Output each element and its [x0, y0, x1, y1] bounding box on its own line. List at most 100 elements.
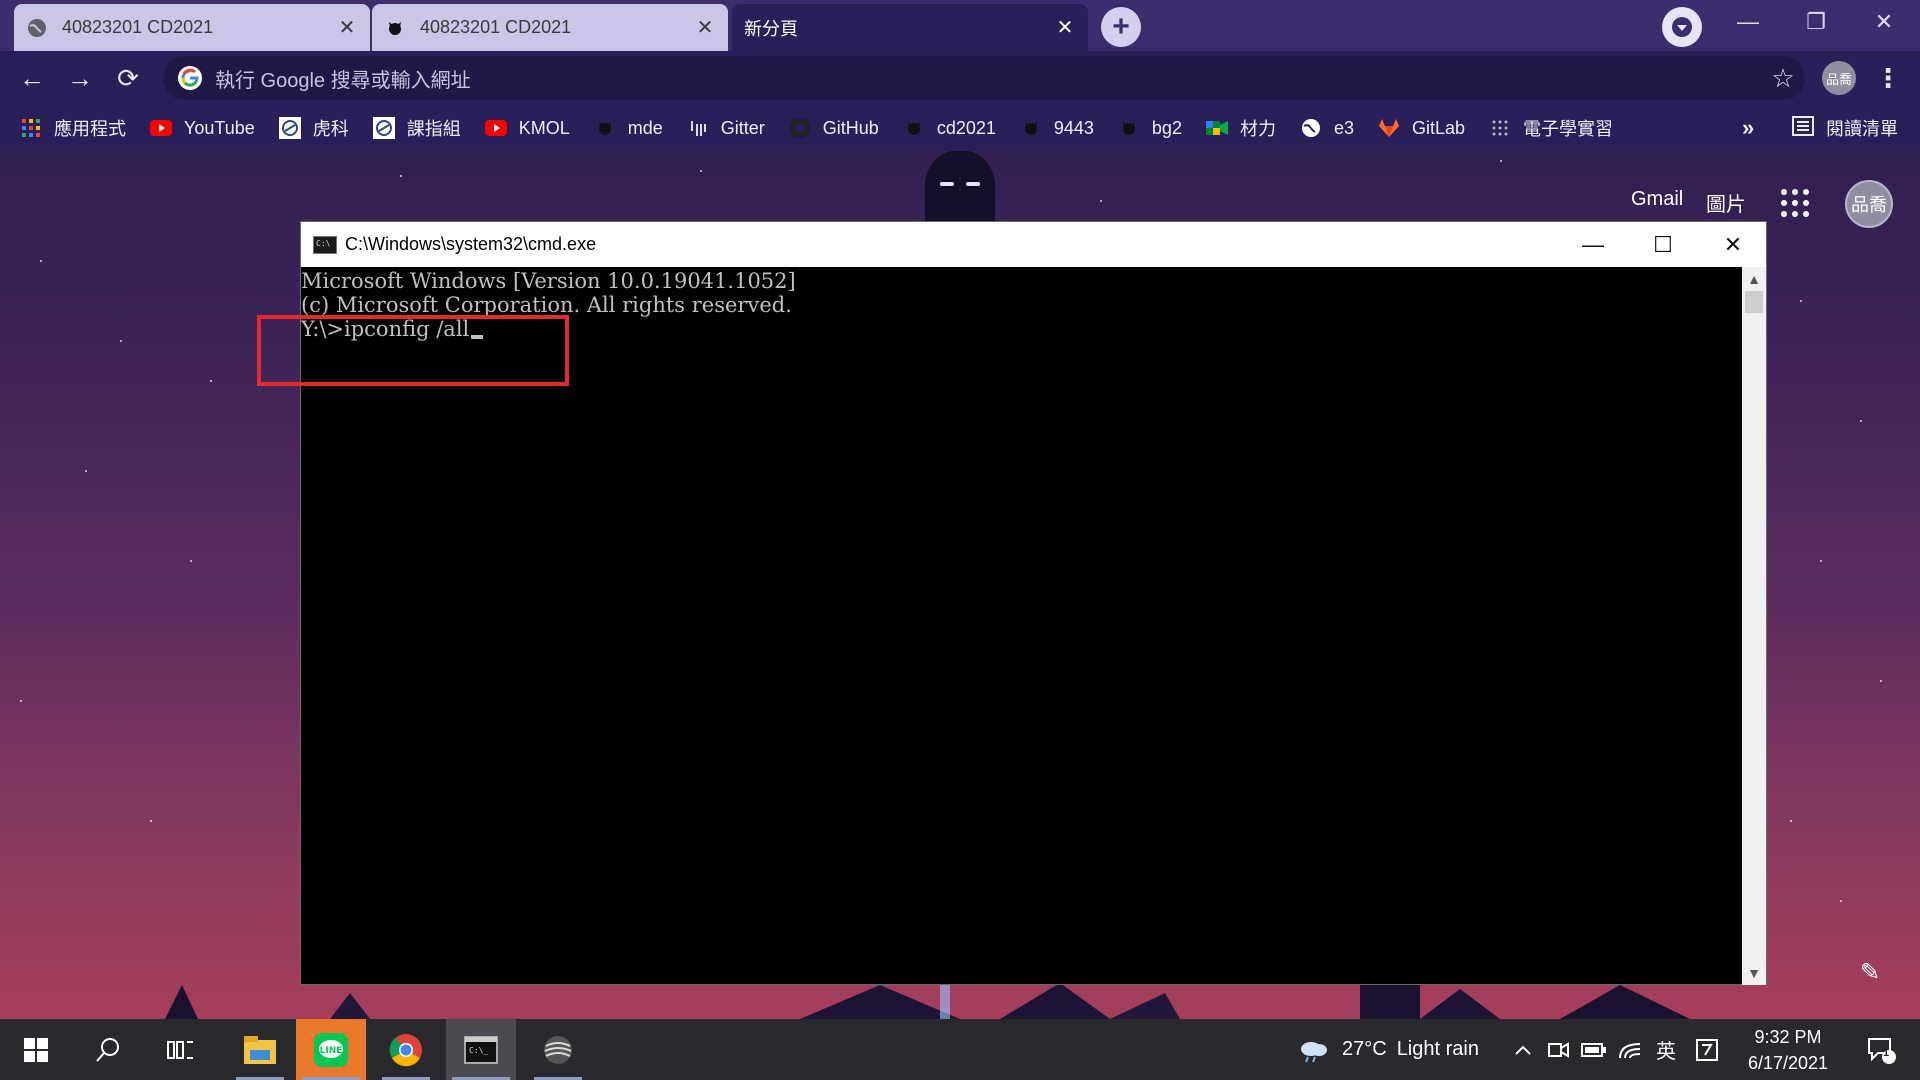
back-button[interactable]: ←	[14, 60, 50, 96]
close-icon[interactable]: ✕	[694, 17, 716, 39]
browser-toolbar: ← → ⟳ 執行 Google 搜尋或輸入網址 ☆ 品喬 ⋮	[0, 51, 1920, 105]
bookmarks-bar: 應用程式 YouTube 虎科 課指組 KMOL mde Gitter GitH…	[0, 105, 1920, 151]
cmd-taskbar-icon[interactable]: C:\_	[446, 1019, 516, 1080]
notification-center-icon[interactable]: 1	[1856, 1019, 1906, 1080]
bookmark-label: mde	[627, 117, 663, 138]
ntp-profile-avatar[interactable]: 品喬	[1845, 180, 1893, 228]
bookmark-label: YouTube	[184, 117, 255, 138]
google-g-icon	[178, 66, 202, 90]
nfu-icon	[372, 117, 395, 139]
wallpaper-figure-eye	[940, 182, 954, 186]
cmd-title-bar[interactable]: C:\Windows\system32\cmd.exe ― ☐ ✕	[301, 222, 1766, 267]
gitlab-icon	[1378, 117, 1400, 139]
close-window-button[interactable]: ✕	[1852, 0, 1916, 44]
bookmark-apps[interactable]: 應用程式	[20, 115, 126, 141]
bookmark-github[interactable]: GitHub	[789, 117, 879, 139]
bookmark-star-icon[interactable]: ☆	[1761, 63, 1805, 94]
bookmark-kmol[interactable]: KMOL	[484, 117, 570, 139]
tab-3-active[interactable]: 新分頁 ✕	[732, 4, 1088, 51]
customize-pencil-icon[interactable]: ✎	[1856, 958, 1884, 986]
bookmark-9443[interactable]: 9443	[1020, 117, 1094, 139]
system-clock[interactable]: 9:32 PM 6/17/2021	[1720, 1024, 1856, 1076]
console-line: (c) Microsoft Corporation. All rights re…	[301, 293, 792, 317]
bookmark-label: 材力	[1239, 119, 1276, 139]
bookmark-label: 9443	[1053, 117, 1094, 138]
gmail-link[interactable]: Gmail	[1631, 188, 1683, 211]
minimize-button[interactable]: ―	[1716, 0, 1780, 44]
new-tab-button[interactable]: +	[1101, 7, 1141, 47]
command-highlight-box	[257, 315, 569, 386]
restore-button[interactable]: ❐	[1784, 0, 1848, 44]
notification-count: 1	[1883, 1047, 1890, 1059]
task-view-icon[interactable]	[156, 1019, 204, 1080]
omnibox-placeholder: 執行 Google 搜尋或輸入網址	[215, 69, 471, 92]
chevron-up-icon[interactable]	[1508, 1019, 1538, 1080]
cmd-minimize-button[interactable]: ―	[1558, 222, 1628, 267]
weather-temp: 27°C	[1342, 1038, 1387, 1060]
gitter-icon	[687, 117, 709, 139]
google-apps-icon[interactable]	[1781, 189, 1809, 217]
scroll-thumb[interactable]	[1745, 291, 1763, 313]
app-sphere-icon[interactable]	[528, 1019, 588, 1080]
ime-language-indicator[interactable]: 英	[1650, 1019, 1682, 1080]
wallpaper-figure-eye	[966, 182, 980, 186]
bookmark-label: GitHub	[822, 117, 879, 138]
cmd-title: C:\Windows\system32\cmd.exe	[345, 234, 597, 254]
browser-tab-strip: 40823201 CD2021 ✕ 40823201 CD2021 ✕ 新分頁 …	[0, 0, 1920, 51]
battery-icon[interactable]	[1578, 1019, 1610, 1080]
chrome-icon[interactable]	[376, 1019, 436, 1080]
bookmark-e3[interactable]: e3	[1300, 117, 1354, 139]
line-app-icon[interactable]: LINE	[296, 1019, 366, 1080]
close-icon[interactable]: ✕	[1054, 17, 1076, 39]
reload-button[interactable]: ⟳	[110, 60, 146, 96]
images-link[interactable]: 圖片	[1706, 188, 1746, 217]
cmd-close-button[interactable]: ✕	[1698, 222, 1768, 267]
tab-2[interactable]: 40823201 CD2021 ✕	[372, 4, 728, 51]
bookmark-cd2021[interactable]: cd2021	[903, 117, 996, 139]
bookmark-youtube[interactable]: YouTube	[150, 117, 255, 139]
github-octocat-icon	[1118, 117, 1140, 139]
wifi-icon[interactable]	[1614, 1019, 1646, 1080]
apps-grid-icon	[20, 117, 42, 139]
search-icon[interactable]	[84, 1019, 132, 1080]
weather-cloud-icon[interactable]	[1296, 1019, 1332, 1080]
bookmark-label: Gitter	[720, 117, 765, 138]
omnibox[interactable]: 執行 Google 搜尋或輸入網址 ☆	[163, 56, 1805, 100]
cmd-maximize-button[interactable]: ☐	[1628, 222, 1698, 267]
svg-text:LINE: LINE	[320, 1046, 343, 1056]
bookmark-gitlab[interactable]: GitLab	[1378, 117, 1465, 139]
wallpaper-figure	[925, 150, 995, 230]
scroll-down-icon[interactable]: ▼	[1742, 961, 1766, 985]
meet-now-icon[interactable]	[1544, 1019, 1574, 1080]
bookmarks-overflow-button[interactable]: »	[1742, 105, 1754, 151]
ime-mode-icon[interactable]	[1692, 1019, 1722, 1080]
file-explorer-icon[interactable]	[230, 1019, 290, 1080]
close-icon[interactable]: ✕	[336, 17, 358, 39]
weather-widget[interactable]: 27°C Light rain	[1342, 1019, 1482, 1080]
tab-1[interactable]: 40823201 CD2021 ✕	[14, 4, 370, 51]
menu-kebab-icon[interactable]: ⋮	[1874, 61, 1902, 95]
dots-icon	[1489, 117, 1511, 139]
clock-date: 6/17/2021	[1747, 1053, 1829, 1073]
github-octocat-icon	[384, 17, 406, 39]
reading-list-label: 閱讀清單	[1826, 119, 1898, 139]
bookmark-label: cd2021	[936, 117, 996, 138]
meet-icon	[1205, 117, 1228, 139]
globe-icon	[1300, 117, 1322, 139]
bookmark-gitter[interactable]: Gitter	[687, 117, 765, 139]
windows-start-icon[interactable]	[12, 1019, 60, 1080]
forward-button[interactable]: →	[62, 60, 98, 96]
cmd-scrollbar[interactable]: ▲ ▼	[1742, 267, 1766, 985]
tab-search-button[interactable]	[1662, 7, 1702, 47]
bookmark-label: 課指組	[406, 119, 461, 139]
bookmark-student-affairs[interactable]: 課指組	[372, 115, 461, 141]
bookmark-electronics-lab[interactable]: 電子學實習	[1489, 115, 1613, 141]
bookmark-bg2[interactable]: bg2	[1118, 117, 1182, 139]
profile-avatar[interactable]: 品喬	[1822, 61, 1856, 95]
bookmark-mechanics[interactable]: 材力	[1205, 115, 1276, 141]
bookmark-nfu[interactable]: 虎科	[278, 115, 349, 141]
globe-icon	[26, 17, 48, 39]
bookmark-mde[interactable]: mde	[594, 117, 663, 139]
scroll-up-icon[interactable]: ▲	[1742, 267, 1766, 291]
reading-list-button[interactable]: 閱讀清單	[1792, 105, 1898, 151]
